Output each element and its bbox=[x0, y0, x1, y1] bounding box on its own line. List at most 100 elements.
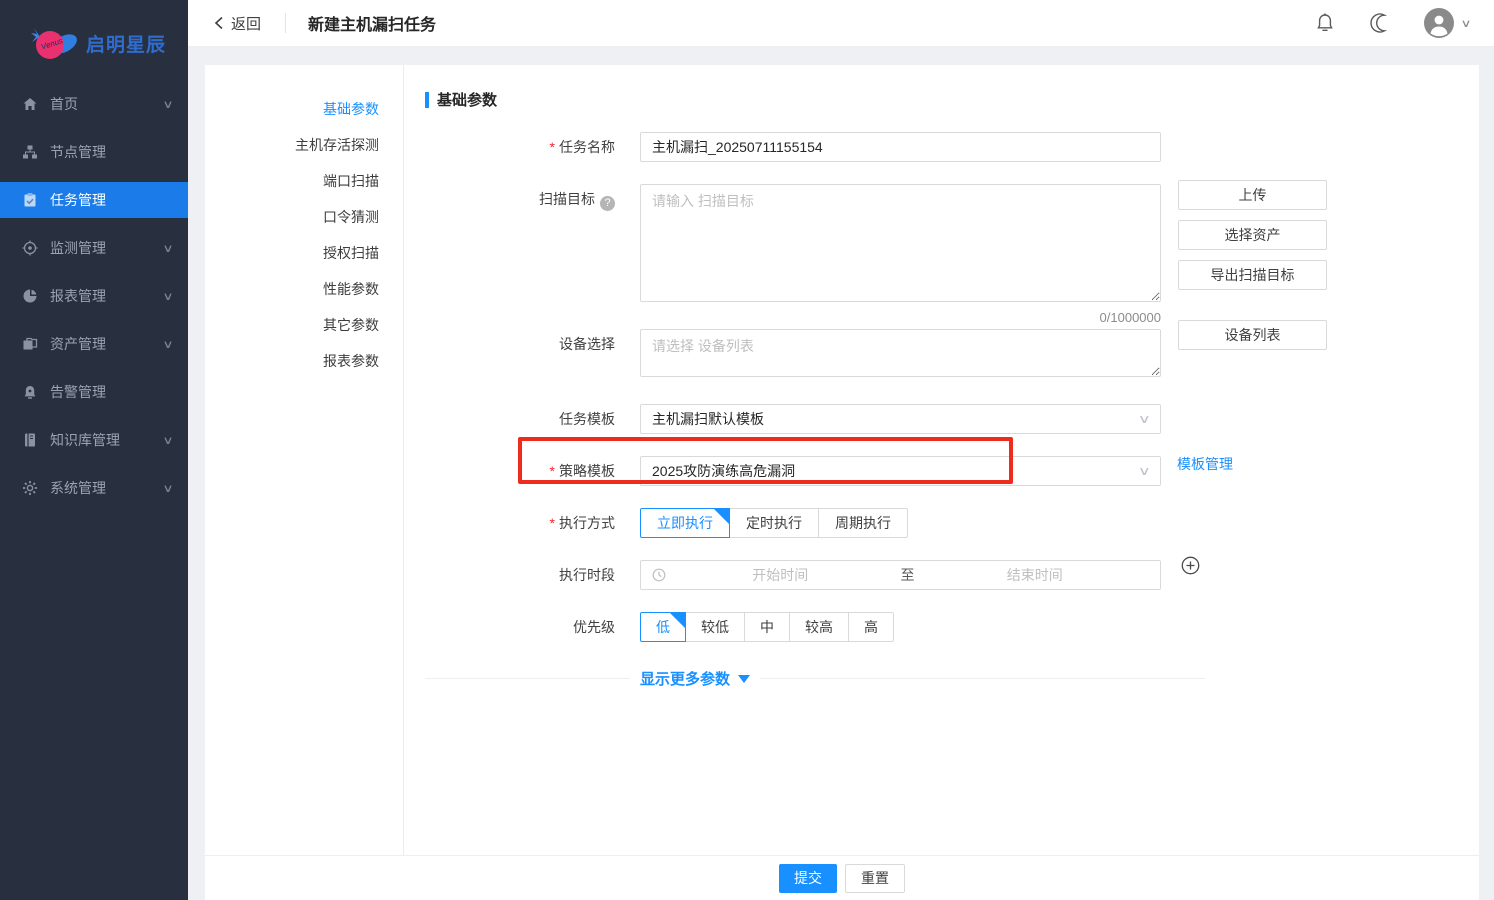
sidebar-item-knowledge[interactable]: 知识库管理 ∨ bbox=[0, 422, 188, 458]
anchor-other-params[interactable]: 其它参数 bbox=[205, 307, 403, 343]
section-header: 基础参数 bbox=[425, 89, 1205, 110]
folders-icon bbox=[22, 336, 38, 352]
priority-higher[interactable]: 较高 bbox=[789, 612, 849, 642]
divider bbox=[760, 678, 1205, 679]
more-params-row: 显示更多参数 bbox=[425, 668, 1205, 689]
chevron-down-icon: ∨ bbox=[1460, 17, 1471, 30]
dark-mode-moon-icon[interactable] bbox=[1370, 12, 1392, 34]
task-name-input[interactable] bbox=[640, 132, 1161, 162]
priority-label: 优先级 bbox=[425, 612, 640, 642]
anchor-password-guess[interactable]: 口令猜测 bbox=[205, 199, 403, 235]
section-title: 基础参数 bbox=[437, 89, 497, 110]
notification-bell-icon[interactable] bbox=[1314, 12, 1336, 34]
time-range-picker[interactable]: 开始时间 至 结束时间 bbox=[640, 560, 1161, 590]
sidebar-menu: 首页 ∨ 节点管理 任务管理 监测管理 ∨ 报表管理 bbox=[0, 86, 188, 506]
priority-group: 低 较低 中 较高 高 bbox=[640, 612, 1161, 642]
sidebar-item-nodes[interactable]: 节点管理 bbox=[0, 134, 188, 170]
char-counter: 0/1000000 bbox=[640, 310, 1161, 325]
nodes-icon bbox=[22, 144, 38, 160]
triangle-down-icon bbox=[738, 675, 750, 683]
task-name-label: 任务名称 bbox=[425, 132, 640, 162]
task-template-label: 任务模板 bbox=[425, 404, 640, 434]
sidebar-item-assets[interactable]: 资产管理 ∨ bbox=[0, 326, 188, 362]
policy-template-label: 策略模板 bbox=[425, 456, 640, 486]
anchor-nav: 基础参数 主机存活探测 端口扫描 口令猜测 授权扫描 性能参数 其它参数 报表参… bbox=[205, 65, 404, 855]
form-footer: 提交 重置 bbox=[205, 855, 1479, 900]
end-time-placeholder: 结束时间 bbox=[921, 565, 1150, 585]
device-list-button[interactable]: 设备列表 bbox=[1178, 320, 1327, 350]
main-panel: 基础参数 主机存活探测 端口扫描 口令猜测 授权扫描 性能参数 其它参数 报表参… bbox=[205, 65, 1479, 900]
priority-medium[interactable]: 中 bbox=[744, 612, 790, 642]
start-time-placeholder: 开始时间 bbox=[666, 565, 895, 585]
anchor-auth-scan[interactable]: 授权扫描 bbox=[205, 235, 403, 271]
exec-mode-scheduled[interactable]: 定时执行 bbox=[729, 508, 819, 538]
topbar-actions: ∨ bbox=[1314, 8, 1470, 38]
clipboard-check-icon bbox=[22, 192, 38, 208]
device-select-row: 设备选择 bbox=[425, 329, 1205, 382]
logo-text: 启明星辰 bbox=[86, 30, 166, 57]
range-separator: 至 bbox=[895, 565, 921, 585]
anchor-performance[interactable]: 性能参数 bbox=[205, 271, 403, 307]
priority-low[interactable]: 低 bbox=[640, 612, 686, 642]
anchor-report-params[interactable]: 报表参数 bbox=[205, 343, 403, 379]
priority-lower[interactable]: 较低 bbox=[685, 612, 745, 642]
exec-window-label: 执行时段 bbox=[425, 560, 640, 590]
show-more-params-link[interactable]: 显示更多参数 bbox=[640, 668, 750, 689]
exec-mode-periodic[interactable]: 周期执行 bbox=[818, 508, 908, 538]
anchor-port-scan[interactable]: 端口扫描 bbox=[205, 163, 403, 199]
exec-mode-label: 执行方式 bbox=[425, 508, 640, 538]
exec-mode-immediate[interactable]: 立即执行 bbox=[640, 508, 730, 538]
page-title: 新建主机漏扫任务 bbox=[308, 11, 436, 35]
avatar bbox=[1424, 8, 1454, 38]
export-targets-button[interactable]: 导出扫描目标 bbox=[1178, 260, 1327, 290]
task-template-row: 任务模板 主机漏扫默认模板 ∨ bbox=[425, 404, 1205, 434]
policy-template-row: 策略模板 2025攻防演练高危漏洞 ∨ bbox=[425, 456, 1205, 486]
priority-row: 优先级 低 较低 中 较高 高 bbox=[425, 612, 1205, 642]
template-manage-link[interactable]: 模板管理 bbox=[1177, 454, 1233, 474]
sidebar-item-alerts[interactable]: 告警管理 bbox=[0, 374, 188, 410]
chevron-down-icon: ∨ bbox=[162, 290, 173, 303]
policy-template-select[interactable]: 2025攻防演练高危漏洞 ∨ bbox=[640, 456, 1161, 486]
reset-button[interactable]: 重置 bbox=[845, 864, 905, 893]
chevron-down-icon: ∨ bbox=[1138, 464, 1151, 478]
upload-button[interactable]: 上传 bbox=[1178, 180, 1327, 210]
basic-params-form: 基础参数 任务名称 扫描目标? 0/1000000 设备选择 任务模板 bbox=[425, 85, 1205, 689]
sidebar-item-reports[interactable]: 报表管理 ∨ bbox=[0, 278, 188, 314]
task-template-select[interactable]: 主机漏扫默认模板 ∨ bbox=[640, 404, 1161, 434]
task-name-row: 任务名称 bbox=[425, 132, 1205, 162]
gear-icon bbox=[22, 480, 38, 496]
target-icon bbox=[22, 240, 38, 256]
scan-target-textarea[interactable] bbox=[640, 184, 1161, 302]
exec-window-row: 执行时段 开始时间 至 结束时间 bbox=[425, 560, 1205, 590]
sidebar: Venus 启明星辰 首页 ∨ 节点管理 任务管理 bbox=[0, 0, 188, 900]
add-time-range-button[interactable] bbox=[1181, 556, 1200, 575]
chevron-down-icon: ∨ bbox=[162, 482, 173, 495]
back-button[interactable]: 返回 bbox=[214, 13, 261, 34]
venustech-logo-icon: Venus bbox=[28, 20, 80, 66]
user-menu[interactable]: ∨ bbox=[1424, 8, 1470, 38]
back-label: 返回 bbox=[231, 13, 261, 34]
section-accent-bar bbox=[425, 92, 429, 108]
select-assets-button[interactable]: 选择资产 bbox=[1178, 220, 1327, 250]
home-icon bbox=[22, 96, 38, 112]
sidebar-item-home[interactable]: 首页 ∨ bbox=[0, 86, 188, 122]
chevron-down-icon: ∨ bbox=[162, 434, 173, 447]
clock-icon bbox=[652, 568, 666, 582]
chevron-down-icon: ∨ bbox=[162, 242, 173, 255]
chevron-left-icon bbox=[214, 16, 224, 30]
app-logo: Venus 启明星辰 bbox=[0, 0, 188, 86]
priority-high[interactable]: 高 bbox=[848, 612, 894, 642]
sidebar-item-system[interactable]: 系统管理 ∨ bbox=[0, 470, 188, 506]
sidebar-item-tasks[interactable]: 任务管理 bbox=[0, 182, 188, 218]
pie-chart-icon bbox=[22, 288, 38, 304]
anchor-basic-params[interactable]: 基础参数 bbox=[205, 91, 403, 127]
anchor-host-alive[interactable]: 主机存活探测 bbox=[205, 127, 403, 163]
sidebar-item-monitor[interactable]: 监测管理 ∨ bbox=[0, 230, 188, 266]
device-select-textarea[interactable] bbox=[640, 329, 1161, 377]
help-icon[interactable]: ? bbox=[600, 196, 615, 211]
exec-mode-row: 执行方式 立即执行 定时执行 周期执行 bbox=[425, 508, 1205, 538]
alarm-bell-icon bbox=[22, 384, 38, 400]
submit-button[interactable]: 提交 bbox=[779, 864, 837, 893]
scan-target-label: 扫描目标? bbox=[425, 184, 640, 325]
chevron-down-icon: ∨ bbox=[162, 98, 173, 111]
